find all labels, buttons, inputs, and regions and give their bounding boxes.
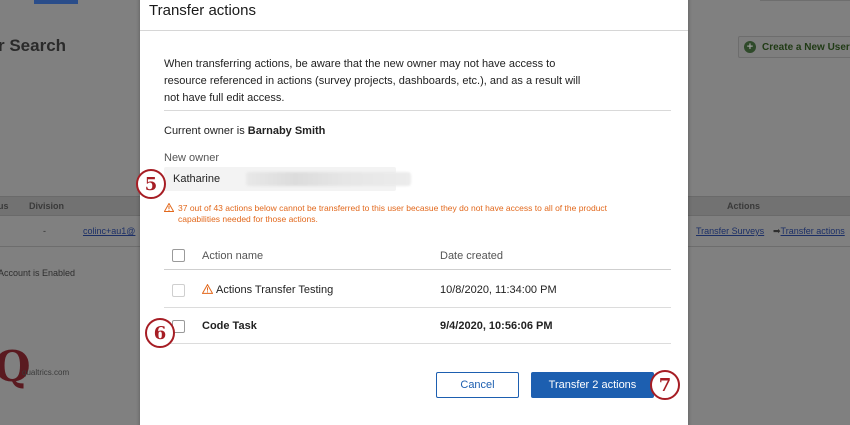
- cancel-button[interactable]: Cancel: [436, 372, 519, 398]
- transfer-alert: 37 out of 43 actions below cannot be tra…: [164, 203, 644, 225]
- logo-text: qualtrics.com: [22, 368, 70, 377]
- transfer-surveys-link[interactable]: Transfer Surveys: [696, 226, 764, 236]
- new-owner-label: New owner: [164, 152, 220, 164]
- header-date-created: Date created: [440, 250, 503, 262]
- row-division: -: [43, 226, 46, 236]
- tab-divider: [760, 0, 850, 1]
- callout-5: 5: [136, 169, 166, 199]
- select-all-checkbox[interactable]: [172, 249, 185, 262]
- action-name: Code Task: [202, 320, 257, 332]
- active-tab-indicator: [34, 0, 78, 4]
- actions-table-header: Action name Date created: [164, 242, 671, 270]
- section-divider: [164, 110, 671, 111]
- current-owner: Current owner is Barnaby Smith: [164, 125, 325, 137]
- modal-header-divider: [140, 30, 688, 31]
- transfer-warning-text: When transferring actions, be aware that…: [164, 58, 581, 104]
- header-actions: Actions: [727, 201, 761, 211]
- new-owner-value: Katharine: [173, 173, 221, 185]
- transfer-actions-label: Transfer actions: [780, 226, 845, 236]
- transfer-actions-button[interactable]: Transfer 2 actions: [531, 372, 654, 398]
- row-checkbox[interactable]: [172, 284, 185, 297]
- current-owner-prefix: Current owner is: [164, 125, 248, 137]
- page-title: r Search: [0, 36, 67, 55]
- header-action-name: Action name: [202, 250, 264, 262]
- warning-icon: [202, 284, 213, 294]
- current-owner-name: Barnaby Smith: [247, 125, 326, 137]
- redacted-name: [246, 172, 411, 186]
- callout-6: 6: [145, 318, 175, 348]
- create-user-label: Create a New User: [762, 41, 850, 53]
- modal-title: Transfer actions: [149, 2, 256, 19]
- row-name-cell: Actions Transfer Testing: [202, 284, 333, 296]
- row-email-link[interactable]: colinc+au1@: [83, 226, 135, 236]
- table-row: Code Task 9/4/2020, 10:56:06 PM: [164, 307, 671, 344]
- callout-7: 7: [650, 370, 680, 400]
- table-row: Actions Transfer Testing 10/8/2020, 11:3…: [164, 271, 671, 308]
- action-date: 9/4/2020, 10:56:06 PM: [440, 320, 553, 332]
- arrow-icon: ➡: [773, 226, 781, 236]
- action-name: Actions Transfer Testing: [216, 284, 334, 296]
- transfer-actions-modal: Transfer actions When transferring actio…: [140, 0, 688, 425]
- qualtrics-logo-icon: Q: [0, 342, 31, 391]
- account-status: Account is Enabled: [0, 268, 76, 278]
- create-user-button[interactable]: + Create a New User: [738, 36, 850, 58]
- plus-icon: +: [744, 41, 756, 53]
- transfer-actions-link[interactable]: ➡Transfer actions: [773, 226, 845, 237]
- alert-text: 37 out of 43 actions below cannot be tra…: [178, 203, 608, 224]
- action-date: 10/8/2020, 11:34:00 PM: [440, 284, 557, 296]
- header-division: Division: [29, 201, 65, 211]
- warning-icon: [164, 203, 174, 212]
- new-owner-field[interactable]: Katharine: [164, 167, 411, 191]
- header-status: us: [0, 201, 9, 211]
